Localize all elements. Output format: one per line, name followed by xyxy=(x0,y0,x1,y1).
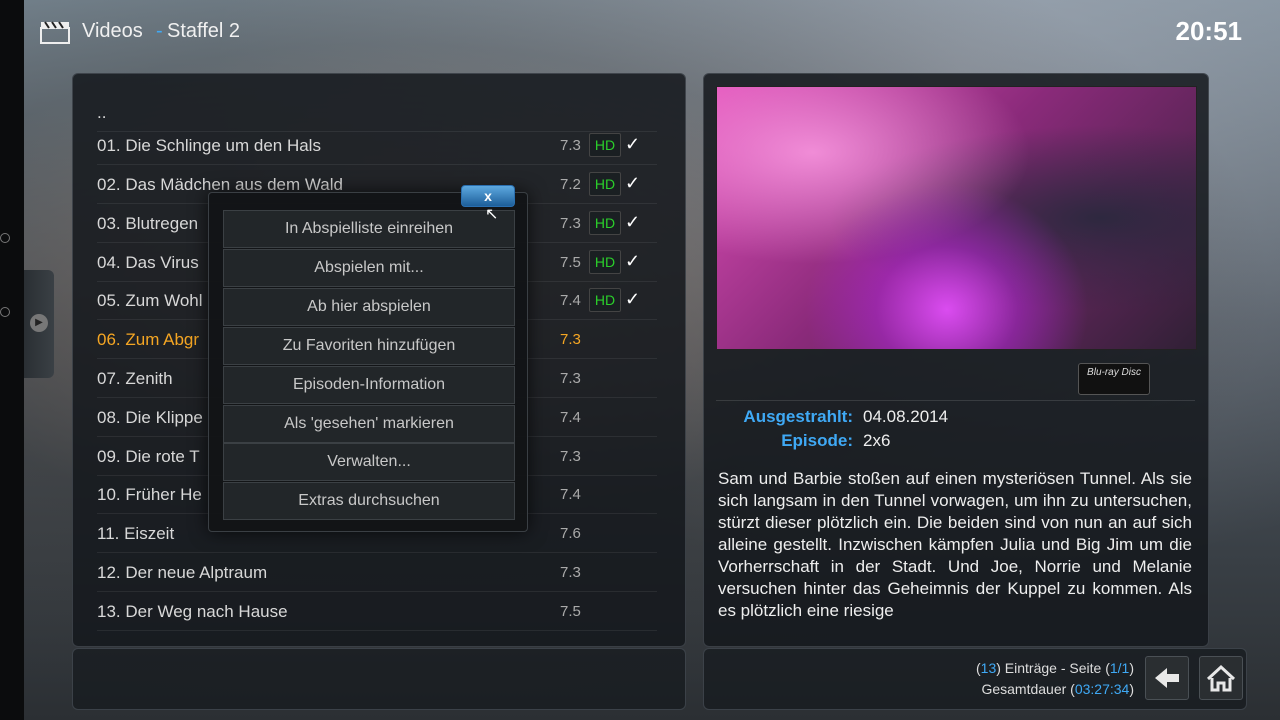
home-icon xyxy=(1206,664,1236,692)
edge-dot-icon xyxy=(0,233,10,243)
episode-title: 06. Zum Abgr xyxy=(97,330,200,349)
episode-title: 13. Der Weg nach Hause xyxy=(97,602,288,621)
mark-watched-button[interactable]: Als 'gesehen' markieren xyxy=(223,405,515,443)
episode-rating: 7.5 xyxy=(560,254,581,271)
title-separator: - xyxy=(156,20,163,42)
window-subtitle: Staffel 2 xyxy=(167,20,241,42)
clapperboard-icon xyxy=(40,21,70,44)
hd-badge: HD xyxy=(589,172,621,196)
play-from-here-button[interactable]: Ab hier abspielen xyxy=(223,288,515,326)
episode-title: 09. Die rote T xyxy=(97,447,200,466)
episode-thumbnail xyxy=(716,86,1197,350)
chevron-right-icon: ▶ xyxy=(30,314,48,332)
back-button[interactable] xyxy=(1145,656,1189,700)
watched-check-icon: ✓ xyxy=(625,289,641,309)
window-title: Videos xyxy=(82,20,143,42)
list-item[interactable]: 12. Der neue Alptraum 7.3 xyxy=(97,553,657,592)
episode-title: 07. Zenith xyxy=(97,369,173,388)
episode-info-button[interactable]: Episoden-Information xyxy=(223,366,515,404)
manage-button[interactable]: Verwalten... xyxy=(223,443,515,481)
episode-label: Episode: xyxy=(781,431,853,450)
mouse-cursor-icon: ↖ xyxy=(485,206,499,223)
watched-check-icon: ✓ xyxy=(625,251,641,271)
episode-rating: 7.2 xyxy=(560,176,581,193)
bluray-flag-icon: Blu-ray Disc xyxy=(1078,363,1150,395)
episode-rating: 7.4 xyxy=(560,292,581,309)
home-button[interactable] xyxy=(1199,656,1243,700)
episode-rating: 7.3 xyxy=(560,564,581,581)
add-to-favourites-button[interactable]: Zu Favoriten hinzufügen xyxy=(223,327,515,365)
episode-rating: 7.3 xyxy=(560,370,581,387)
episode-rating: 7.3 xyxy=(560,331,581,348)
episode-title: 04. Das Virus xyxy=(97,253,199,272)
aired-label: Ausgestrahlt: xyxy=(743,407,853,426)
page-value: 1/1 xyxy=(1109,660,1130,676)
info-divider xyxy=(716,400,1195,401)
back-arrow-icon xyxy=(1155,668,1179,688)
total-duration: Gesamtdauer (03:27:34) xyxy=(981,681,1134,697)
item-count: (13) Einträge - Seite (1/1) xyxy=(976,660,1134,676)
left-edge xyxy=(0,0,24,720)
duration-value: 03:27:34 xyxy=(1074,681,1130,697)
episode-rating: 7.6 xyxy=(560,525,581,542)
episode-rating: 7.3 xyxy=(560,215,581,232)
episode-rating: 7.4 xyxy=(560,486,581,503)
watched-check-icon: ✓ xyxy=(625,173,641,193)
side-menu-tab[interactable]: ▶ xyxy=(24,270,54,378)
episode-rating: 7.3 xyxy=(560,448,581,465)
context-menu: In Abspielliste einreihen Abspielen mit.… xyxy=(208,192,528,532)
episode-rating: 7.4 xyxy=(560,409,581,426)
play-with-button[interactable]: Abspielen mit... xyxy=(223,249,515,287)
bluray-flag-label: Blu-ray Disc xyxy=(1087,367,1141,378)
hd-badge: HD xyxy=(589,211,621,235)
queue-item-button[interactable]: In Abspielliste einreihen xyxy=(223,210,515,248)
hd-badge: HD xyxy=(589,288,621,312)
episode-title: 12. Der neue Alptraum xyxy=(97,563,268,582)
episode-title: 01. Die Schlinge um den Hals xyxy=(97,136,321,155)
watched-check-icon: ✓ xyxy=(625,134,641,154)
edge-dot-icon xyxy=(0,307,10,317)
episode-title: 10. Früher He xyxy=(97,485,202,504)
episode-value: 2x6 xyxy=(863,431,891,450)
parent-folder-label: .. xyxy=(97,103,107,122)
item-count-value: 13 xyxy=(980,660,997,676)
watched-check-icon: ✓ xyxy=(625,212,641,232)
episode-title: 03. Blutregen xyxy=(97,214,199,233)
browse-extras-button[interactable]: Extras durchsuchen xyxy=(223,482,515,520)
episode-title: 05. Zum Wohl xyxy=(97,291,203,310)
aired-value: 04.08.2014 xyxy=(863,407,949,426)
clock: 20:51 xyxy=(1175,16,1243,46)
list-item[interactable]: 01. Die Schlinge um den Hals 7.3 HD ✓ xyxy=(97,126,657,165)
plot-text: Sam und Barbie stoßen auf einen mysteriö… xyxy=(718,469,1192,620)
hd-badge: HD xyxy=(589,250,621,274)
episode-title: 08. Die Klippe xyxy=(97,408,203,427)
footer-left-panel xyxy=(72,648,686,710)
list-item[interactable]: 13. Der Weg nach Hause 7.5 xyxy=(97,592,657,631)
hd-badge: HD xyxy=(589,133,621,157)
top-bar: Videos - Staffel 2 20:51 xyxy=(0,0,1280,64)
episode-rating: 7.5 xyxy=(560,603,581,620)
episode-rating: 7.3 xyxy=(560,137,581,154)
episode-title: 11. Eiszeit xyxy=(97,524,175,543)
